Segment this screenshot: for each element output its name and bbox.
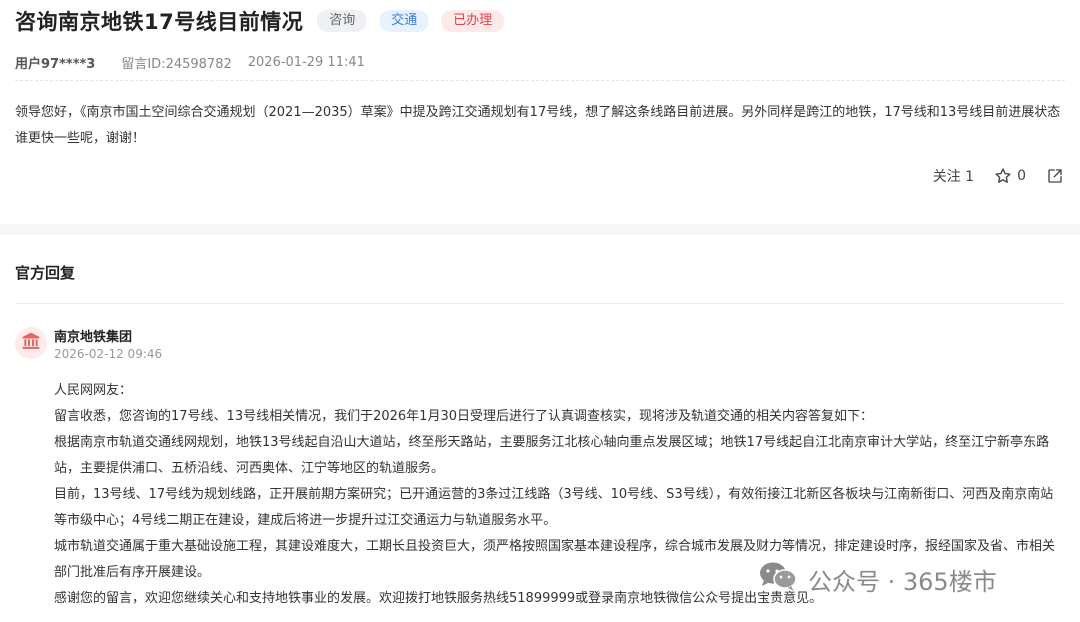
divider [15, 303, 1065, 304]
star-icon [994, 167, 1012, 185]
message-id: 留言ID:24598782 [121, 57, 232, 72]
follow-button[interactable]: 关注 1 [933, 166, 974, 186]
avatar [15, 327, 47, 359]
wechat-icon [758, 560, 798, 598]
tag-traffic[interactable]: 交通 [379, 10, 430, 32]
meta-row: 用户97****3 留言ID:24598782 2026-01-29 11:41 [15, 53, 365, 72]
divider [15, 80, 1065, 81]
status-badge: 已办理 [441, 10, 505, 32]
question-text: 领导您好，《南京市国土空间综合交通规划（2021—2035）草案》中提及跨江交通… [15, 105, 1061, 146]
action-bar: 关注 1 0 [913, 166, 1064, 186]
government-building-icon [21, 331, 41, 355]
org-name: 南京地铁集团 [54, 330, 133, 345]
section-separator [0, 224, 1080, 235]
title-row: 咨询南京地铁17号线目前情况 咨询 交通 已办理 [15, 6, 505, 36]
reply-paragraph: 目前，13号线、17号线为规划线路，正开展前期方案研究；已开通运营的3条过江线路… [54, 487, 1054, 528]
star-button[interactable]: 0 [994, 167, 1026, 185]
share-icon [1046, 167, 1064, 185]
reply-section-title: 官方回复 [15, 264, 76, 282]
reply-paragraph: 人民网网友： [54, 383, 133, 398]
reply-paragraph: 根据南京市轨道交通线网规划，地铁13号线起自沿山大道站，终至彤天路站，主要服务江… [54, 435, 1050, 476]
watermark-text: 公众号 · 365楼市 [808, 567, 997, 596]
page-title: 咨询南京地铁17号线目前情况 [15, 10, 304, 34]
post-datetime: 2026-01-29 11:41 [247, 55, 365, 70]
share-button[interactable] [1046, 167, 1064, 185]
page: 咨询南京地铁17号线目前情况 咨询 交通 已办理 用户97****3 留言ID:… [0, 0, 1080, 622]
reply-paragraph: 留言收悉，您咨询的17号线、13号线相关情况，我们于2026年1月30日受理后进… [54, 409, 873, 424]
tag-consult[interactable]: 咨询 [317, 10, 368, 32]
watermark: 公众号 · 365楼市 [758, 560, 997, 598]
star-count: 0 [1017, 168, 1026, 184]
reply-date: 2026-02-12 09:46 [54, 347, 163, 361]
user-name: 用户97****3 [15, 57, 96, 72]
